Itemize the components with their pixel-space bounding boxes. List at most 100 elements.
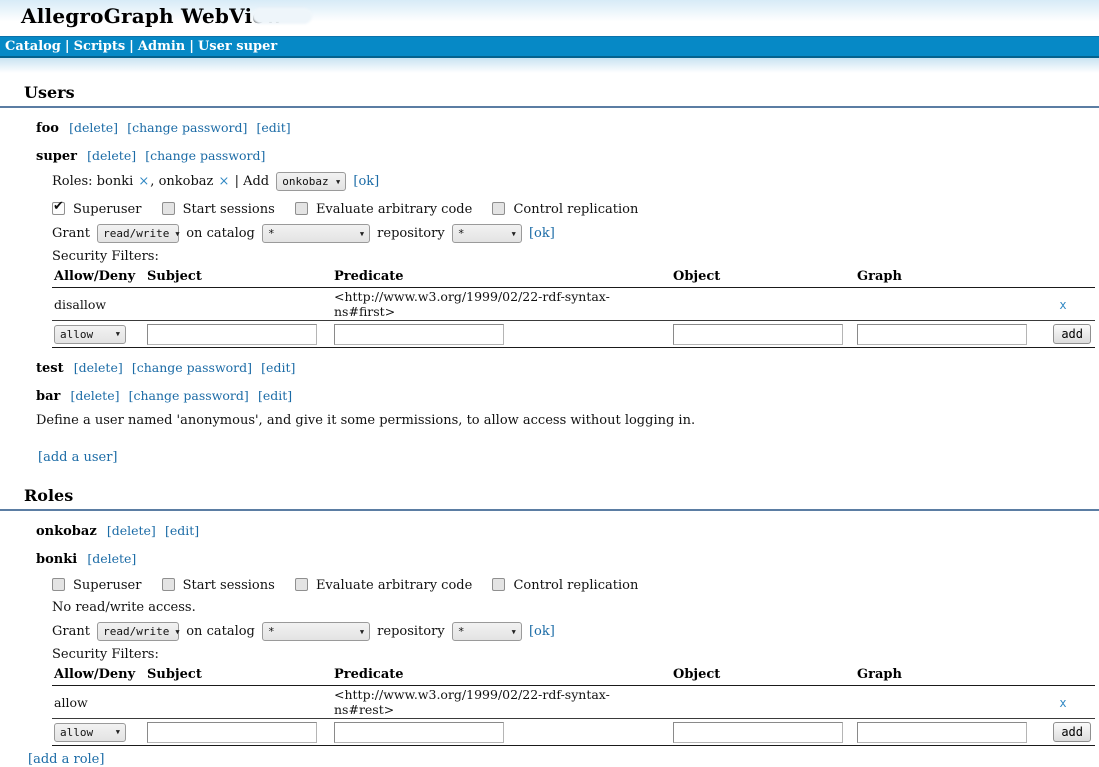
- delete-user-link[interactable]: [delete]: [69, 120, 118, 135]
- allow-deny-select[interactable]: allow ▼: [54, 325, 126, 344]
- role-name: bonki: [36, 552, 77, 567]
- access-type-select[interactable]: read/write ▼: [97, 224, 179, 243]
- start-sessions-checkbox[interactable]: [162, 578, 175, 591]
- chevron-down-icon: ▼: [175, 628, 179, 636]
- change-password-link[interactable]: [change password]: [145, 148, 265, 163]
- on-catalog-label: on catalog: [186, 226, 255, 241]
- remove-role-icon[interactable]: ×: [138, 174, 149, 189]
- repository-label: repository: [377, 624, 445, 639]
- chevron-down-icon: ▼: [116, 330, 120, 338]
- main-navbar: Catalog|Scripts|Admin|User super: [0, 36, 1099, 58]
- grant-label: Grant: [52, 226, 90, 241]
- edit-user-link[interactable]: [edit]: [261, 360, 295, 375]
- change-password-link[interactable]: [change password]: [132, 360, 252, 375]
- col-object: Object: [671, 665, 855, 686]
- col-graph: Graph: [855, 665, 1031, 686]
- start-sessions-label: Start sessions: [183, 578, 275, 593]
- super-grant-line: Grant read/write ▼ on catalog * ▼ reposi…: [52, 224, 1099, 243]
- superuser-checkbox[interactable]: [52, 578, 65, 591]
- col-predicate: Predicate: [332, 267, 671, 288]
- filter-allow-deny: allow: [52, 686, 145, 719]
- filter-predicate: <http://www.w3.org/1999/02/22-rdf-syntax…: [332, 288, 671, 321]
- repository-select[interactable]: * ▼: [452, 224, 522, 243]
- user-row-test: test [delete] [change password] [edit]: [36, 360, 1099, 376]
- on-catalog-label: on catalog: [186, 624, 255, 639]
- predicate-input[interactable]: [334, 324, 504, 345]
- control-replication-checkbox[interactable]: [492, 578, 505, 591]
- super-security-filters-table: Allow/Deny Subject Predicate Object Grap…: [52, 267, 1095, 348]
- nav-separator: |: [189, 39, 194, 54]
- nav-item-catalog[interactable]: Catalog: [5, 39, 61, 54]
- allow-deny-select[interactable]: allow ▼: [54, 723, 126, 742]
- add-filter-button[interactable]: add: [1053, 324, 1091, 344]
- role-row-bonki: bonki [delete]: [36, 551, 1099, 567]
- object-input[interactable]: [673, 722, 843, 743]
- subject-input[interactable]: [147, 722, 317, 743]
- blurred-version-text: [252, 8, 312, 24]
- predicate-input[interactable]: [334, 722, 504, 743]
- filter-subject: [145, 288, 332, 321]
- super-permissions: ✔Superuser Start sessions Evaluate arbit…: [52, 202, 1099, 217]
- allow-deny-value: allow: [60, 726, 93, 739]
- ok-grant-link[interactable]: [ok]: [529, 226, 555, 241]
- app-header: AllegroGraph WebView: [0, 0, 1099, 36]
- edit-role-link[interactable]: [edit]: [165, 523, 199, 538]
- role-select[interactable]: onkobaz ▼: [276, 172, 346, 191]
- filters-header-row: Allow/Deny Subject Predicate Object Grap…: [52, 267, 1095, 288]
- bonki-grant-line: Grant read/write ▼ on catalog * ▼ reposi…: [52, 622, 1099, 641]
- delete-role-link[interactable]: [delete]: [87, 551, 136, 566]
- new-filter-row: allow ▼ add: [52, 321, 1095, 348]
- user-name: bar: [36, 389, 60, 404]
- chevron-down-icon: ▼: [512, 628, 516, 636]
- subject-input[interactable]: [147, 324, 317, 345]
- col-actions: [1031, 267, 1095, 288]
- nav-item-scripts[interactable]: Scripts: [74, 39, 126, 54]
- delete-filter-link[interactable]: x: [1059, 298, 1066, 312]
- allow-deny-value: allow: [60, 328, 93, 341]
- delete-user-link[interactable]: [delete]: [71, 388, 120, 403]
- graph-input[interactable]: [857, 722, 1027, 743]
- evaluate-code-checkbox[interactable]: [295, 578, 308, 591]
- edit-user-link[interactable]: [edit]: [258, 388, 292, 403]
- users-section-heading: Users: [0, 80, 1099, 108]
- start-sessions-checkbox[interactable]: [162, 202, 175, 215]
- add-filter-button[interactable]: add: [1053, 722, 1091, 742]
- delete-user-link[interactable]: [delete]: [87, 148, 136, 163]
- nav-item-user-super[interactable]: User super: [198, 39, 277, 54]
- add-role-link[interactable]: [add a role]: [28, 752, 104, 767]
- chevron-down-icon: ▼: [360, 628, 364, 636]
- control-replication-checkbox[interactable]: [492, 202, 505, 215]
- add-user-link[interactable]: [add a user]: [38, 450, 118, 465]
- col-allow-deny: Allow/Deny: [52, 665, 145, 686]
- remove-role-icon[interactable]: ×: [219, 174, 230, 189]
- edit-user-link[interactable]: [edit]: [257, 120, 291, 135]
- check-icon: ✔: [53, 200, 64, 213]
- object-input[interactable]: [673, 324, 843, 345]
- filter-subject: [145, 686, 332, 719]
- delete-filter-link[interactable]: x: [1059, 696, 1066, 710]
- filter-row: allow <http://www.w3.org/1999/02/22-rdf-…: [52, 686, 1095, 719]
- nav-item-admin[interactable]: Admin: [138, 39, 185, 54]
- ok-add-role-link[interactable]: [ok]: [353, 174, 379, 189]
- change-password-link[interactable]: [change password]: [127, 120, 247, 135]
- add-role-label: | Add: [235, 174, 270, 189]
- superuser-checkbox[interactable]: ✔: [52, 202, 65, 215]
- role-row-onkobaz: onkobaz [delete] [edit]: [36, 523, 1099, 539]
- superuser-label: Superuser: [73, 578, 141, 593]
- chevron-down-icon: ▼: [336, 178, 340, 186]
- chevron-down-icon: ▼: [360, 230, 364, 238]
- catalog-select[interactable]: * ▼: [262, 224, 370, 243]
- chevron-down-icon: ▼: [512, 230, 516, 238]
- access-type-select[interactable]: read/write ▼: [97, 622, 179, 641]
- security-filters-label: Security Filters:: [52, 647, 1099, 662]
- delete-user-link[interactable]: [delete]: [74, 360, 123, 375]
- delete-role-link[interactable]: [delete]: [107, 523, 156, 538]
- change-password-link[interactable]: [change password]: [129, 388, 249, 403]
- evaluate-code-checkbox[interactable]: [295, 202, 308, 215]
- role-name: onkobaz: [36, 524, 97, 539]
- repository-select[interactable]: * ▼: [452, 622, 522, 641]
- ok-grant-link[interactable]: [ok]: [529, 624, 555, 639]
- graph-input[interactable]: [857, 324, 1027, 345]
- nav-separator: |: [65, 39, 70, 54]
- catalog-select[interactable]: * ▼: [262, 622, 370, 641]
